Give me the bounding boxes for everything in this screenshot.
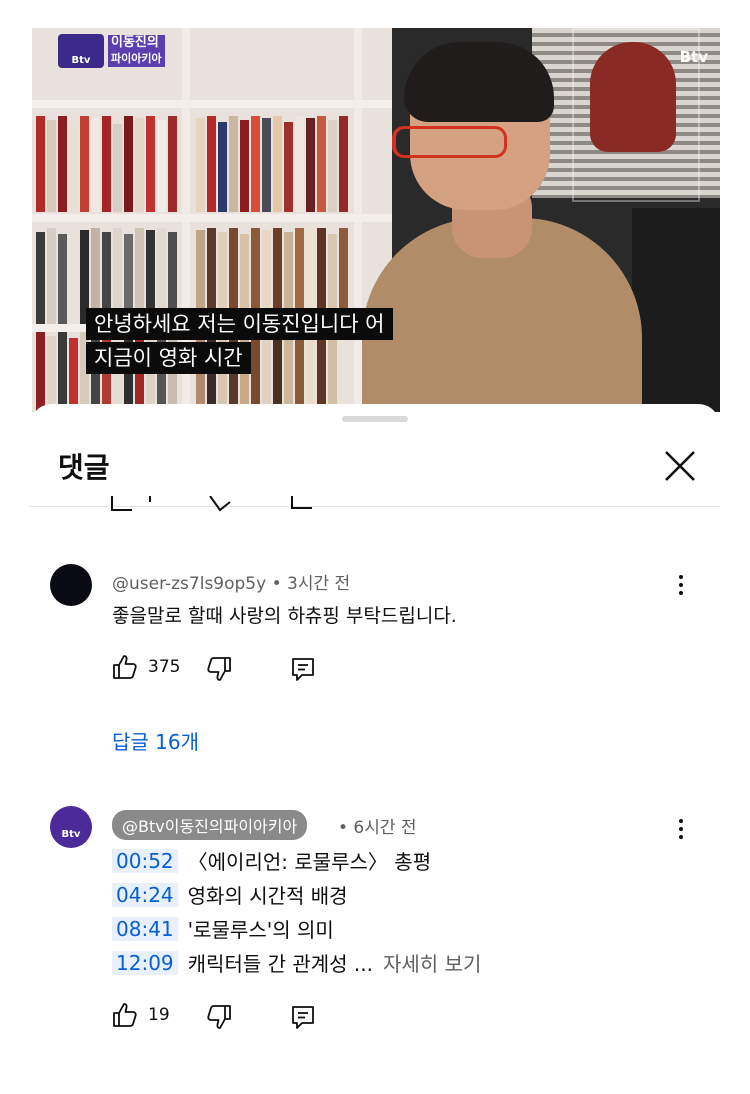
read-more-link[interactable]: 자세히 보기 xyxy=(383,948,481,977)
video-player[interactable]: Btv 이동진의 파이아키아 Btv 안녕하세요 저는 이동진입니다 어 지금이… xyxy=(32,28,720,412)
channel-logo-badge: Btv xyxy=(58,34,104,68)
comment-time: • 6시간 전 xyxy=(338,818,417,838)
comment-author-chip[interactable]: @Btv이동진의파이아키아 xyxy=(112,810,308,840)
thumbs-up-icon xyxy=(113,655,137,679)
chapter-row: 04:24 영화의 시간적 배경 xyxy=(112,880,348,909)
channel-logo-line2: 파이아키아 xyxy=(108,51,165,67)
like-count: 19 xyxy=(148,1005,170,1025)
chapter-title: '로물루스'의 의미 xyxy=(187,918,334,942)
comment-time: • 3시간 전 xyxy=(271,574,351,594)
like-button[interactable]: 375 xyxy=(112,654,180,680)
thumbs-down-icon xyxy=(207,1005,231,1029)
comment-header: @user-zs7ls9op5y • 3시간 전 xyxy=(112,569,350,594)
subtitle-line-2: 지금이 영화 시간 xyxy=(86,342,251,374)
comment-author[interactable]: @user-zs7ls9op5y xyxy=(112,574,266,594)
kebab-menu-icon[interactable] xyxy=(671,814,691,844)
drag-handle[interactable] xyxy=(342,416,408,422)
reply-button[interactable] xyxy=(290,656,316,682)
cabinet xyxy=(632,208,720,412)
person-hair xyxy=(404,42,554,122)
channel-logo-text: 이동진의 파이아키아 xyxy=(108,35,165,67)
chapter-title: 영화의 시간적 배경 xyxy=(187,884,348,908)
chapter-row: 12:09 캐릭터들 간 관계성 ... 자세히 보기 xyxy=(112,948,481,977)
subtitle-line-1: 안녕하세요 저는 이동진입니다 어 xyxy=(86,308,393,340)
btv-watermark: Btv xyxy=(679,48,708,66)
scrolled-action-icons xyxy=(111,496,312,512)
channel-logo: Btv 이동진의 파이아키아 xyxy=(58,34,165,68)
channel-logo-line1: 이동진의 xyxy=(108,35,165,51)
timestamp-link[interactable]: 12:09 xyxy=(112,950,178,975)
like-count: 375 xyxy=(148,657,181,677)
avatar[interactable]: Btv xyxy=(50,806,92,848)
kebab-menu-icon[interactable] xyxy=(671,570,691,600)
avatar[interactable] xyxy=(50,564,92,606)
scrolled-action-row xyxy=(80,496,340,518)
dislike-button[interactable] xyxy=(206,656,232,682)
timestamp-link[interactable]: 08:41 xyxy=(112,916,178,941)
view-replies-link[interactable]: 답글 16개 xyxy=(112,726,199,755)
chapter-row: 08:41 '로물루스'의 의미 xyxy=(112,914,334,943)
like-button[interactable]: 19 xyxy=(112,1002,170,1028)
reply-icon xyxy=(292,1006,314,1029)
sheet-title: 댓글 xyxy=(58,451,110,484)
timestamp-link[interactable]: 00:52 xyxy=(112,848,178,873)
red-helmet xyxy=(590,42,676,152)
close-icon[interactable] xyxy=(660,446,700,486)
comment-text: 좋을말로 할때 사랑의 하츄핑 부탁드립니다. xyxy=(112,605,457,627)
thumbs-up-icon xyxy=(113,1003,137,1027)
chapter-row: 00:52 〈에이리언: 로물루스〉 총평 xyxy=(112,846,431,875)
red-glasses xyxy=(392,126,507,158)
timestamp-link[interactable]: 04:24 xyxy=(112,882,178,907)
thumbs-down-icon xyxy=(207,657,231,681)
reply-icon xyxy=(292,658,314,681)
chapter-title: 캐릭터들 간 관계성 ... xyxy=(187,952,373,976)
reply-button[interactable] xyxy=(290,1004,316,1030)
dislike-button[interactable] xyxy=(206,1004,232,1030)
chapter-title: 〈에이리언: 로물루스〉 총평 xyxy=(187,850,432,874)
